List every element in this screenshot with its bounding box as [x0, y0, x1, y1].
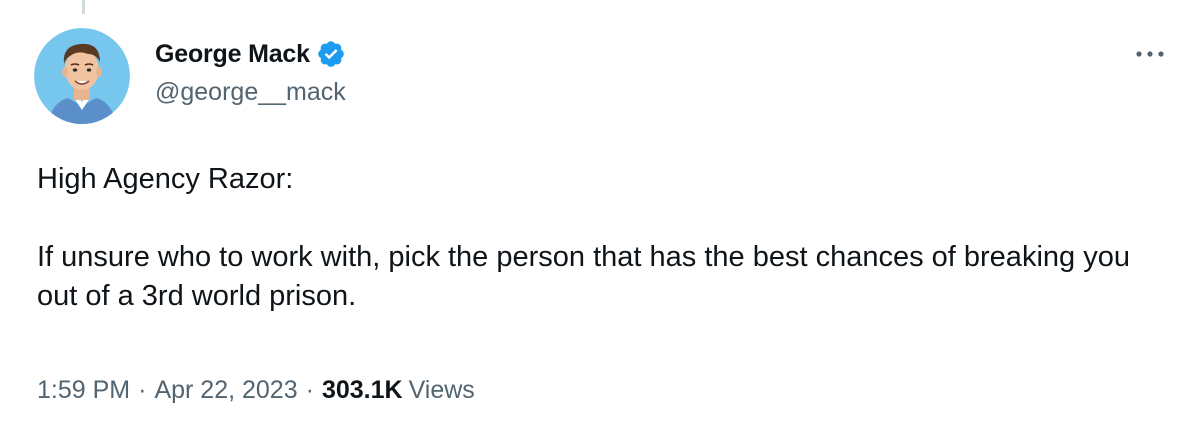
- tweet-metadata: 1:59 PM · Apr 22, 2023 · 303.1K Views: [37, 376, 475, 405]
- tweet-date[interactable]: Apr 22, 2023: [154, 376, 297, 405]
- author-name-row: George Mack: [155, 36, 346, 72]
- tweet-time[interactable]: 1:59 PM: [37, 376, 130, 405]
- tweet-text-line-1: High Agency Razor:: [37, 163, 294, 195]
- avatar[interactable]: [34, 28, 130, 124]
- separator-dot: ·: [305, 376, 314, 404]
- author-block: George Mack @george__mack: [155, 36, 346, 107]
- separator-dot: ·: [138, 376, 147, 404]
- views-count[interactable]: 303.1K: [322, 376, 403, 405]
- author-handle[interactable]: @george__mack: [155, 78, 346, 107]
- views-label[interactable]: Views: [409, 376, 475, 405]
- tweet-text-line-2: If unsure who to work with, pick the per…: [37, 241, 1139, 312]
- avatar-illustration: [34, 28, 130, 124]
- verified-badge-icon[interactable]: [316, 39, 346, 69]
- author-display-name[interactable]: George Mack: [155, 40, 310, 69]
- more-options-icon[interactable]: [1132, 44, 1168, 64]
- thread-connector-line: [82, 0, 85, 14]
- tweet-body: High Agency Razor: If unsure who to work…: [37, 160, 1167, 316]
